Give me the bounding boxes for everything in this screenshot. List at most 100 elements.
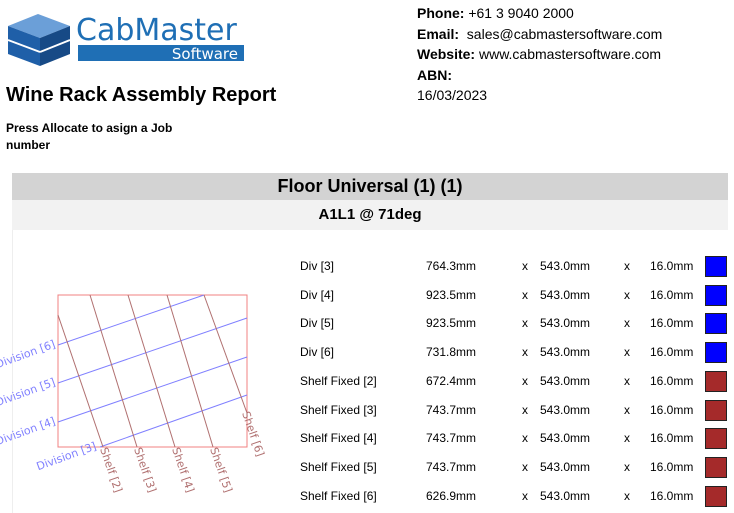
times-sign: x [522,287,528,302]
svg-text:CabMaster: CabMaster [76,13,237,48]
part-color-swatch [705,256,727,277]
website: www.cabmastersoftware.com [478,46,662,62]
part-color-swatch [705,342,727,364]
part-name: Div [6] [300,345,335,360]
part-width: 543.0mm [540,488,591,503]
cabmaster-logo: CabMaster Software [7,13,244,66]
shelf-line [203,294,248,414]
email: sales@cabmastersoftware.com [466,25,663,42]
part-length: 923.5mm [426,316,477,331]
part-width: 543.0mm [540,431,591,446]
part-length: 626.9mm [426,488,477,503]
shelf-line [127,294,176,448]
website-label: Website: [417,46,476,62]
part-width: 543.0mm [540,459,591,474]
job-note: Press Allocate to asign a Job number [6,121,173,152]
part-color-swatch [705,428,727,450]
part-color-swatch [705,313,727,335]
part-thickness: 16.0mm [650,287,694,302]
part-row: Div [5] 923.5mm x 543.0mm x 16.0mm [300,312,734,335]
part-row: Div [3] 764.3mm x 543.0mm x 16.0mm [300,255,734,277]
division-line [99,394,248,448]
part-row: Div [4] 923.5mm x 543.0mm x 16.0mm [300,284,734,306]
part-length: 731.8mm [426,345,477,360]
email-label: Email: [417,25,460,42]
svg-text:Software: Software [172,45,238,63]
part-width: 543.0mm [540,345,591,360]
part-color-swatch [705,485,727,507]
part-width: 543.0mm [540,287,591,302]
part-name: Div [5] [300,316,335,331]
part-color-swatch [705,399,727,421]
times-sign: x [522,488,528,503]
times-sign: x [624,373,630,388]
drawing-label: Division [6] [0,338,57,372]
part-thickness: 16.0mm [650,373,694,388]
part-row: Shelf Fixed [3] 743.7mm x 543.0mm x 16.0… [300,399,734,421]
wine-rack-drawing: Division [3]Division [4] Division [5] Divi… [0,294,267,494]
times-sign: x [522,373,528,388]
part-length: 764.3mm [426,259,477,273]
times-sign: x [624,459,630,474]
times-sign: x [522,345,528,360]
division-line [57,356,248,423]
drawing-label: Shelf [4] [169,446,197,494]
part-name: Shelf Fixed [4] [300,431,377,446]
part-name: Div [3] [300,259,335,273]
times-sign: x [522,316,528,331]
part-thickness: 16.0mm [650,402,694,417]
drawing-label: Shelf [3] [131,446,159,494]
division-line [57,294,205,346]
part-length: 743.7mm [426,431,477,446]
part-name: Shelf Fixed [3] [300,402,377,417]
drawing-label: Division [4] [0,415,57,449]
part-length: 743.7mm [426,459,477,474]
drawing-label: Shelf [6] [239,410,267,458]
part-length: 743.7mm [426,402,477,417]
part-thickness: 16.0mm [650,316,694,331]
phone-label: Phone: [417,5,465,21]
section-header: Floor Universal (1) (1) [12,173,728,200]
part-row: Div [6] 731.8mm x 543.0mm x 16.0mm [300,341,734,364]
part-width: 543.0mm [540,316,591,331]
drawing-label: Division [5] [0,376,57,410]
part-thickness: 16.0mm [650,459,694,474]
part-name: Div [4] [300,287,335,302]
part-length: 923.5mm [426,287,477,302]
part-thickness: 16.0mm [650,431,694,446]
part-length: 672.4mm [426,373,477,388]
part-row: Shelf Fixed [4] 743.7mm x 543.0mm x 16.0… [300,427,734,450]
report-title: Wine Rack Assembly Report [6,84,277,106]
times-sign: x [522,402,528,417]
part-name: Shelf Fixed [5] [300,459,377,474]
times-sign: x [624,259,630,273]
times-sign: x [624,402,630,417]
times-sign: x [624,345,630,360]
drawing-label: Division [3] [35,440,98,474]
abn-label: ABN: [417,66,452,83]
part-width: 543.0mm [540,373,591,388]
part-color-swatch [705,370,727,392]
part-width: 543.0mm [540,402,591,417]
shelf-line [89,294,138,448]
part-color-swatch [705,456,727,478]
times-sign: x [624,316,630,331]
phone: +61 3 9040 2000 [468,5,574,21]
times-sign: x [522,259,528,273]
part-row: Shelf Fixed [6] 626.9mm x 543.0mm x 16.0… [300,485,734,507]
rack-frame [57,294,248,448]
times-sign: x [624,287,630,302]
part-row: Shelf Fixed [2] 672.4mm x 543.0mm x 16.0… [300,370,734,392]
contact-info: Phone: +61 3 9040 2000 Email: sales@cabm… [417,3,662,106]
part-thickness: 16.0mm [650,345,694,360]
part-row: Shelf Fixed [5] 743.7mm x 543.0mm x 16.0… [300,456,734,478]
part-width: 543.0mm [540,259,591,273]
times-sign: x [522,459,528,474]
part-name: Shelf Fixed [6] [300,488,377,503]
part-thickness: 16.0mm [650,259,694,273]
drawing-label: Shelf [2] [97,446,125,494]
part-name: Shelf Fixed [2] [300,373,377,388]
times-sign: x [624,431,630,446]
times-sign: x [522,431,528,446]
part-thickness: 16.0mm [650,488,694,503]
